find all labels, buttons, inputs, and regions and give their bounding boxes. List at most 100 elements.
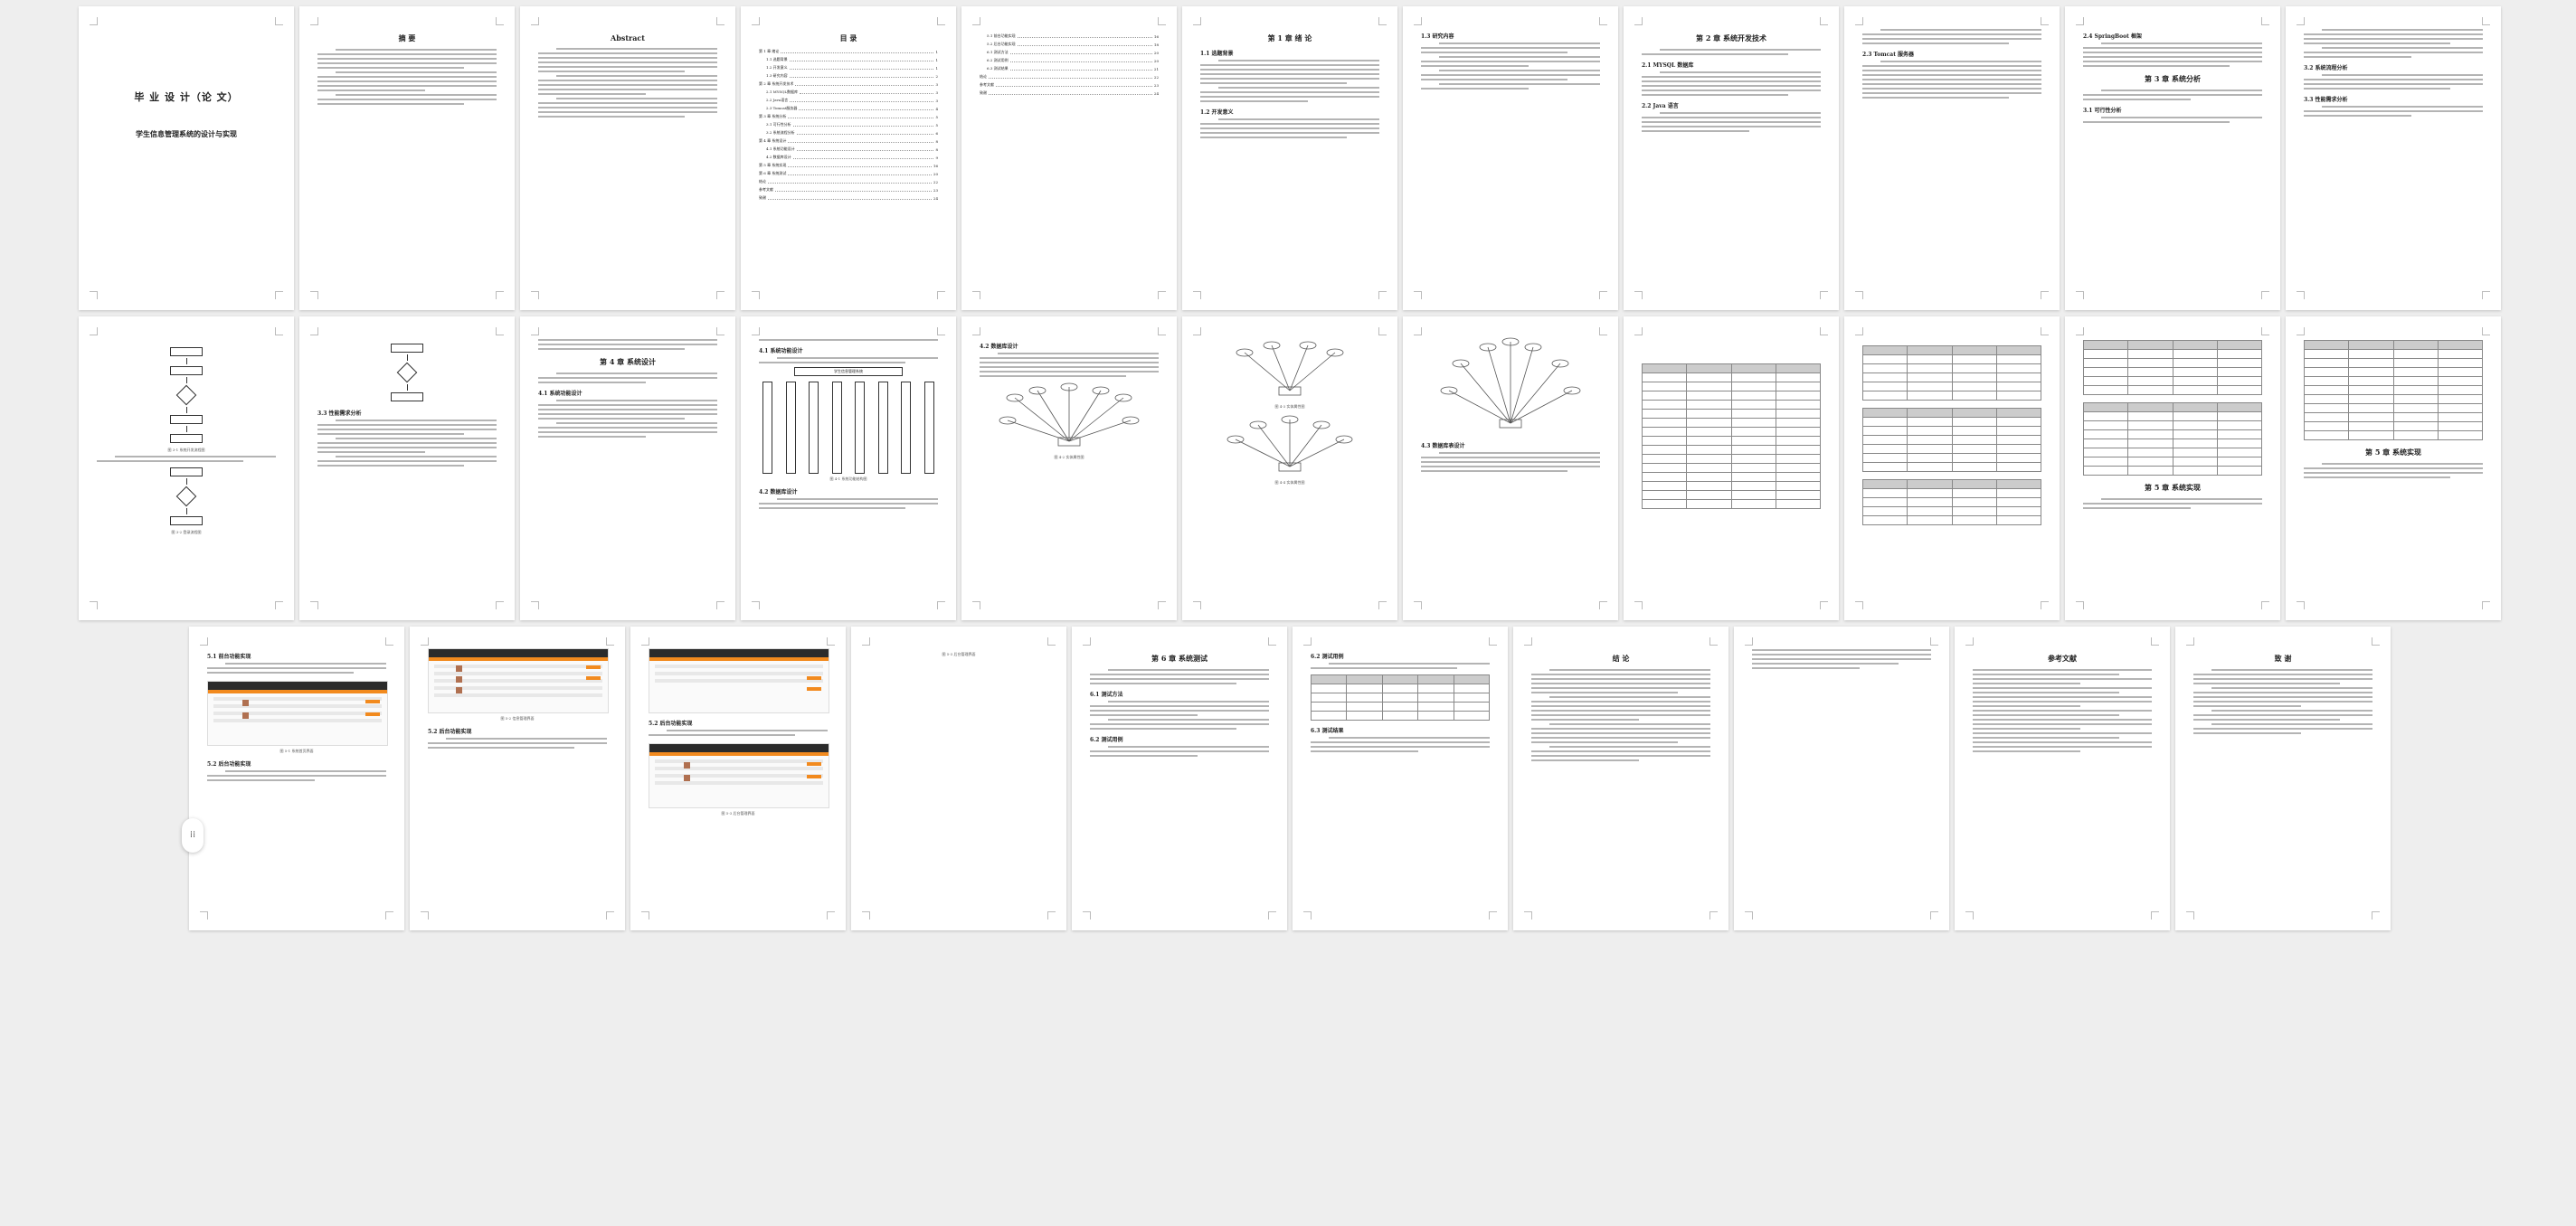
toc-entry[interactable]: 3.1 可行性分析 5 [759,122,938,127]
crop-mark [716,327,724,335]
thumbnail-page-28[interactable]: 6.2 测试用例 6.3 测试结果 [1293,627,1508,930]
text-line [1090,678,1269,680]
crop-mark [1820,291,1828,299]
thumbnail-page-15[interactable]: 4.1 系统功能设计 学生信息管理系统 图 4-1 系统功能结构图 4.2 数据… [741,316,956,620]
toc-entry-page: 9 [935,156,938,160]
flow-box [170,467,203,476]
text-line [1090,683,1237,684]
crop-mark [2482,327,2490,335]
thumbnail-page-27[interactable]: 第 6 章 系统测试 6.1 测试方法 6.2 测试用例 [1072,627,1287,930]
section-heading: 3.2 系统流程分析 [2304,65,2348,71]
toc-entry[interactable]: 2.3 Tomcat服务器 4 [759,106,938,111]
text-line [538,404,717,406]
thumbnail-page-3[interactable]: Abstract [520,6,735,310]
toc-entry[interactable]: 6.3 测试结果 21 [980,66,1159,71]
toc-entry[interactable]: 参考文献 23 [980,82,1159,88]
thumbnail-page-21[interactable]: 第 5 章 系统实现 [2065,316,2280,620]
toc-entry[interactable]: 2.2 Java语言 3 [759,98,938,103]
thumbnail-page-22[interactable]: 第 5 章 系统实现 [2286,316,2501,620]
text-line [1642,94,1789,96]
toc-entry[interactable]: 4.1 系统功能设计 8 [759,146,938,152]
thumbnail-page-30[interactable] [1734,627,1949,930]
thumbnail-page-18[interactable]: 4.3 数据库表设计 [1403,316,1618,620]
toc-entry[interactable]: 参考文献 23 [759,187,938,193]
toc-entry[interactable]: 致谢 24 [759,195,938,201]
flow-arrow [185,508,187,514]
database-table [2082,402,2263,476]
toc-entry[interactable]: 第 3 章 系统分析 5 [759,114,938,119]
thumbnail-page-32[interactable]: 致 谢 [2175,627,2391,930]
toc-entry[interactable]: 第 2 章 系统开发技术 3 [759,81,938,87]
thumbnail-page-9[interactable]: 2.3 Tomcat 服务器 [1844,6,2060,310]
thumbnail-page-20[interactable] [1844,316,2060,620]
toc-entry-page: 24 [1153,91,1159,96]
thumbnail-page-24[interactable]: 图 5-2 信息管理界面 5.2 后台功能实现 [410,627,625,930]
thumbnail-page-14[interactable]: 第 4 章 系统设计 4.1 系统功能设计 [520,316,735,620]
toc-entry[interactable]: 致谢 24 [980,90,1159,96]
thumbnail-page-17[interactable]: 图 4-3 实体属性图 图 4-4 实体属性图 [1182,316,1397,620]
text-line [1531,728,1710,730]
toc-entry[interactable]: 3.2 系统流程分析 6 [759,130,938,136]
text-line [1531,687,1710,689]
thumbnail-page-4[interactable]: 目 录 第 1 章 绪论 1 1.1 选题背景 1 1.2 开发意义 1 1.3 研究内容 2… [741,6,956,310]
thumbnail-page-31[interactable]: 参考文献 [1955,627,2170,930]
thumbnail-page-5[interactable]: 5.1 前台功能实现 16 5.2 后台功能实现 18 6.1 测试方法 20 6.2 测试… [961,6,1177,310]
text-line [317,90,425,91]
crop-mark [531,327,539,335]
thumbnail-page-25[interactable]: 5.2 后台功能实现 图 5-3 后台管理界面 [630,627,846,930]
text-line [1659,112,1821,114]
toc-entry[interactable]: 第 5 章 系统实现 16 [759,163,938,168]
toc-entry[interactable]: 1.1 选题背景 1 [759,57,938,62]
thumbnail-page-8[interactable]: 第 2 章 系统开发技术 2.1 MYSQL 数据库 2.2 Java 语言 [1624,6,1839,310]
crop-mark [1193,327,1201,335]
reference-line [1973,723,2152,725]
thumbnail-page-6[interactable]: 第 1 章 绪 论 1.1 选题背景 1.2 开发意义 [1182,6,1397,310]
toc-entry[interactable]: 2.1 MYSQL数据库 3 [759,90,938,95]
toc-entry[interactable]: 结论 22 [980,74,1159,80]
toc-entry-label: 参考文献 [759,187,773,192]
toc-entry[interactable]: 5.2 后台功能实现 18 [980,42,1159,47]
crop-mark [1158,17,1166,25]
toc-entry[interactable]: 1.2 开发意义 1 [759,65,938,71]
thumbnail-page-13[interactable]: 3.3 性能需求分析 [299,316,515,620]
toc-entry[interactable]: 5.1 前台功能实现 16 [980,33,1159,39]
text-line [538,409,717,410]
flow-arrow [185,358,187,364]
thumbnail-page-26[interactable]: 图 5-3 后台管理界面 [851,627,1066,930]
screenshot-button [586,665,601,669]
text-line [2193,696,2372,698]
text-line [538,413,717,415]
thumbnail-page-23[interactable]: 5.1 前台功能实现 图 5-1 系统首页界面 5.2 后台功能实现 [189,627,404,930]
thumbnail-page-16[interactable]: 4.2 数据库设计 图 4-2 实体属性图 [961,316,1177,620]
diagram-node [785,382,796,474]
text-line [2100,117,2262,118]
toc-entry[interactable]: 6.2 测试用例 20 [980,58,1159,63]
toc-entry[interactable]: 第 4 章 系统设计 8 [759,138,938,144]
thumbnail-page-2[interactable]: 摘 要 [299,6,515,310]
thumbnail-page-7[interactable]: 1.3 研究内容 [1403,6,1618,310]
thumbnail-page-29[interactable]: 结 论 [1513,627,1728,930]
thumbnail-view-toggle-button[interactable]: ⁞⁞ [182,818,204,853]
text-line [555,422,717,424]
text-line [1642,126,1821,127]
thumbnail-page-10[interactable]: 2.4 SpringBoot 框架 第 3 章 系统分析 3.1 可行性分析 [2065,6,2280,310]
toc-entry[interactable]: 1.3 研究内容 2 [759,73,938,79]
thumbnail-page-19[interactable] [1624,316,1839,620]
crop-mark [1820,601,1828,609]
crop-mark [1709,637,1718,646]
thumbnail-page-12[interactable]: 图 3-1 系统开发流程图 图 3-2 登录流程图 [79,316,294,620]
crop-mark [1193,291,1201,299]
toc-entry[interactable]: 6.1 测试方法 20 [980,50,1159,55]
text-line [2321,106,2483,108]
toc-entry[interactable]: 第 1 章 绪论 1 [759,49,938,54]
toc-entry[interactable]: 第 6 章 系统测试 20 [759,171,938,176]
thumbnail-page-1[interactable]: 毕 业 设 计（论 文） 学生信息管理系统的设计与实现 [79,6,294,310]
text-line [335,71,497,73]
toc-entry[interactable]: 结论 22 [759,179,938,184]
thumbnail-page-11[interactable]: 3.2 系统流程分析 3.3 性能需求分析 [2286,6,2501,310]
diagram-node [923,382,934,474]
screenshot-row [655,767,823,770]
text-line [317,80,497,82]
toc-entry[interactable]: 4.2 数据库设计 9 [759,155,938,160]
text-line [555,75,717,77]
